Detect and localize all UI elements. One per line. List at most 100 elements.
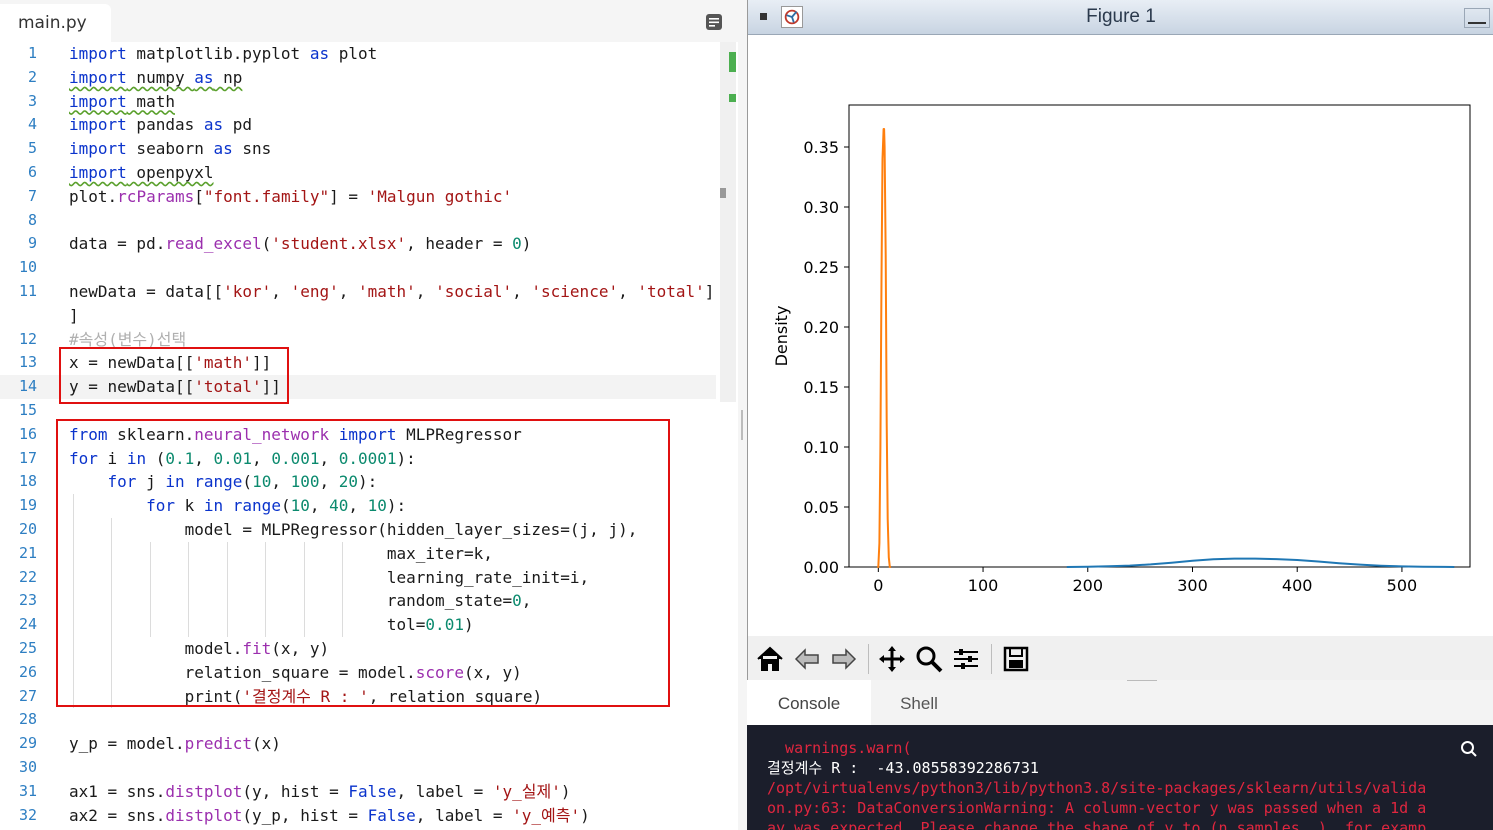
line-number: 12 [18, 329, 37, 348]
line-number: 2 [27, 67, 37, 86]
code-line[interactable]: 8 [0, 209, 716, 233]
code-line[interactable]: 3 import math [0, 90, 716, 114]
line-number: 27 [18, 686, 37, 705]
code-line[interactable]: 22 learning_rate_init=i, [0, 565, 716, 590]
code-line[interactable]: 16 from sklearn.neural_network import MLP… [0, 423, 716, 447]
code-text: print('결정계수 R : ', relation_square) [69, 686, 543, 706]
code-text: tol=0.01) [69, 615, 474, 635]
line-number: 5 [27, 139, 37, 158]
configure-subplots-icon[interactable] [951, 644, 981, 674]
code-line[interactable]: 29 y_p = model.predict(x) [0, 732, 716, 756]
resize-grip[interactable] [1127, 680, 1157, 681]
code-line[interactable]: 27 print('결정계수 R : ', relation_square) [0, 684, 716, 709]
code-line[interactable]: 13 x = newData[['math']] [0, 351, 716, 375]
console-output[interactable]: warnings.warn(결정계수 R : -43.0855839228673… [767, 738, 1493, 830]
figure-window: Figure 1 0 100 200 300 400 500 0.00 0.05 0.10 0.1… [747, 0, 1493, 680]
code-line[interactable]: 24 tol=0.01) [0, 613, 716, 637]
code-line[interactable]: 7 plot.rcParams["font.family"] = 'Malgun … [0, 185, 716, 209]
line-number: 24 [18, 615, 37, 634]
file-tab-label: main.py [18, 13, 87, 33]
code-editor[interactable]: main.py 1 import matplotlib.pyplot as plo… [0, 0, 738, 830]
code-line[interactable]: 32 ax2 = sns.distplot(y_p, hist = False, … [0, 804, 716, 828]
line-number: 32 [18, 805, 37, 824]
scroll-thumb[interactable] [720, 188, 726, 198]
x-tick-label: 0 [873, 576, 883, 595]
code-line[interactable]: 12 #속성(변수)선택 [0, 328, 716, 352]
code-line[interactable]: 17 for i in (0.1, 0.01, 0.001, 0.0001): [0, 447, 716, 471]
line-number: 17 [18, 448, 37, 467]
code-area[interactable]: 1 import matplotlib.pyplot as plot 2 import… [0, 42, 716, 827]
code-text: import seaborn as sns [69, 139, 272, 159]
editor-scrollbar[interactable] [720, 42, 736, 402]
code-line[interactable]: 2 import numpy as np [0, 66, 716, 90]
console-line: on.py:63: DataConversionWarning: A colum… [767, 799, 1427, 817]
code-line[interactable]: 31 ax1 = sns.distplot(y, hist = False, la… [0, 780, 716, 804]
figure-titlebar[interactable]: Figure 1 [748, 0, 1493, 35]
line-number: 23 [18, 591, 37, 610]
code-line[interactable]: 9 data = pd.read_excel('student.xlsx', he… [0, 232, 716, 256]
y-tick-label: 0.00 [803, 558, 839, 577]
code-text: plot.rcParams["font.family"] = 'Malgun g… [69, 186, 513, 206]
code-text: model.fit(x, y) [69, 638, 330, 658]
console-line: warnings.warn( [767, 739, 912, 757]
code-line[interactable]: 20 model = MLPRegressor(hidden_layer_siz… [0, 517, 716, 542]
code-line[interactable]: 1 import matplotlib.pyplot as plot [0, 42, 716, 66]
line-number: 9 [27, 234, 37, 253]
code-line[interactable]: 14 y = newData[['total']] [0, 375, 716, 399]
code-text: for j in range(10, 100, 20): [107, 472, 378, 492]
tab-console[interactable]: Console [747, 680, 871, 725]
line-number: 3 [27, 91, 37, 110]
line-number: 29 [18, 734, 37, 753]
tab-shell[interactable]: Shell [871, 680, 967, 725]
code-line[interactable]: 26 relation_square = model.score(x, y) [0, 660, 716, 685]
console-panel: Console Shell warnings.warn(결정계수 R : -43… [747, 680, 1493, 830]
line-number: 31 [18, 781, 37, 800]
outline-icon[interactable] [705, 13, 723, 31]
minimize-button[interactable] [1464, 8, 1490, 28]
code-line[interactable]: 23 random_state=0, [0, 589, 716, 614]
pan-icon[interactable] [877, 644, 907, 674]
code-line[interactable]: 15 [0, 399, 716, 423]
code-line[interactable]: 19 for k in range(10, 40, 10): [0, 494, 716, 518]
code-line[interactable]: 18 for j in range(10, 100, 20): [0, 470, 716, 494]
code-text: max_iter=k, [69, 543, 493, 563]
line-number: 15 [18, 400, 37, 419]
forward-icon[interactable] [829, 644, 859, 674]
y-axis-label: Density [772, 306, 791, 367]
code-text: data = pd.read_excel('student.xlsx', hea… [69, 234, 532, 254]
save-icon[interactable] [1001, 644, 1031, 674]
file-tab-main-py[interactable]: main.py [0, 4, 111, 42]
code-line[interactable]: 25 model.fit(x, y) [0, 636, 716, 661]
code-text: x = newData[['math']] [69, 353, 272, 373]
code-line[interactable]: 4 import pandas as pd [0, 113, 716, 137]
back-icon[interactable] [792, 644, 822, 674]
line-number: 28 [18, 710, 37, 729]
line-number: 21 [18, 543, 37, 562]
code-line[interactable]: 11 newData = data[['kor', 'eng', 'math', … [0, 280, 716, 304]
line-number: 19 [18, 496, 37, 515]
code-text: random_state=0, [69, 591, 532, 611]
code-line[interactable]: 28 [0, 708, 716, 732]
toolbar-separator [991, 644, 992, 674]
plot-axes-frame [848, 104, 1471, 568]
search-icon[interactable] [1460, 740, 1478, 758]
line-number: 20 [18, 519, 37, 538]
code-line[interactable]: 5 import seaborn as sns [0, 137, 716, 161]
editor-tab-bar: main.py [0, 0, 738, 42]
code-line[interactable]: 21 max_iter=k, [0, 541, 716, 566]
code-line[interactable]: 10 [0, 256, 716, 280]
zoom-icon[interactable] [914, 644, 944, 674]
code-text: relation_square = model.score(x, y) [69, 662, 522, 682]
line-number: 4 [27, 115, 37, 134]
y-tick-label: 0.35 [803, 138, 839, 157]
code-line[interactable]: 6 import openpyxl [0, 161, 716, 185]
console-tab-bar: Console Shell [747, 680, 1493, 725]
home-icon[interactable] [755, 644, 785, 674]
toolbar-separator [868, 644, 869, 674]
x-tick-label: 400 [1282, 576, 1313, 595]
code-line[interactable]: 30 [0, 756, 716, 780]
code-line[interactable]: ] [0, 304, 716, 328]
line-number: 26 [18, 662, 37, 681]
code-text: y = newData[['total']] [69, 377, 281, 397]
pane-splitter[interactable] [738, 0, 747, 830]
